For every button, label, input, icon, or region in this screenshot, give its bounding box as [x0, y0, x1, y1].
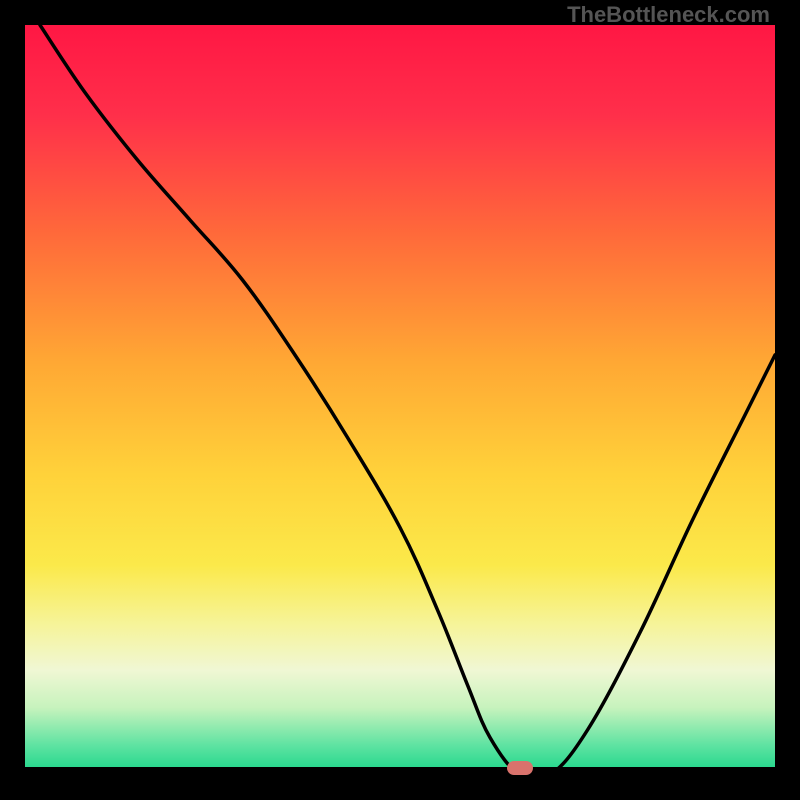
bottleneck-chart: [25, 25, 775, 775]
optimal-point-marker: [507, 761, 533, 775]
chart-frame: [25, 25, 775, 775]
watermark-text: TheBottleneck.com: [567, 2, 770, 28]
x-axis-bar: [25, 767, 775, 775]
chart-background: [25, 25, 775, 775]
